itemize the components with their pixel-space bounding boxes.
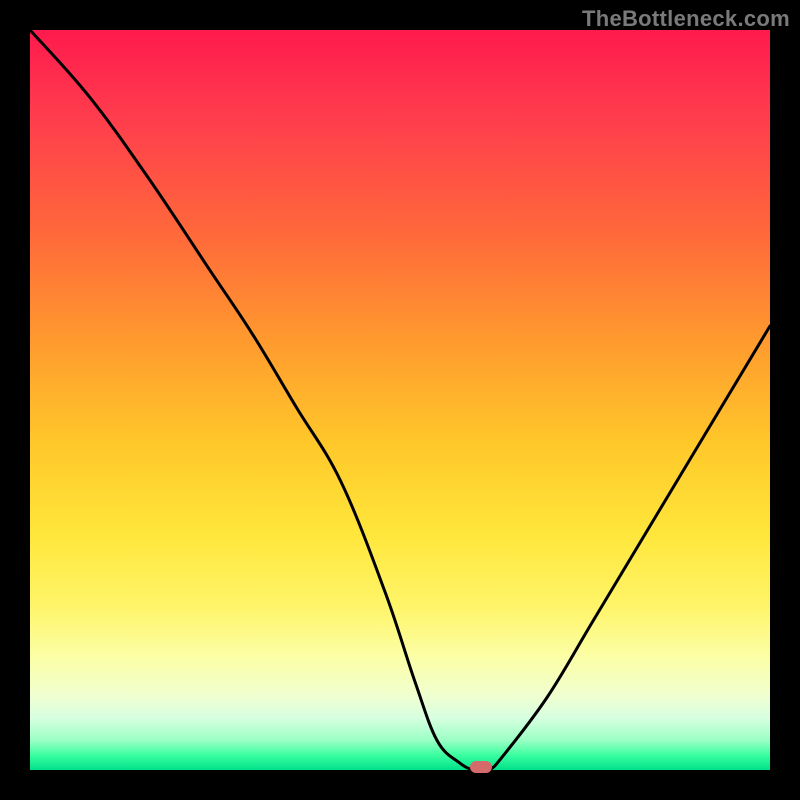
plot-area xyxy=(30,30,770,770)
chart-stage: TheBottleneck.com xyxy=(0,0,800,800)
optimal-marker xyxy=(470,761,492,773)
bottleneck-curve xyxy=(30,30,770,770)
watermark-text: TheBottleneck.com xyxy=(582,6,790,32)
